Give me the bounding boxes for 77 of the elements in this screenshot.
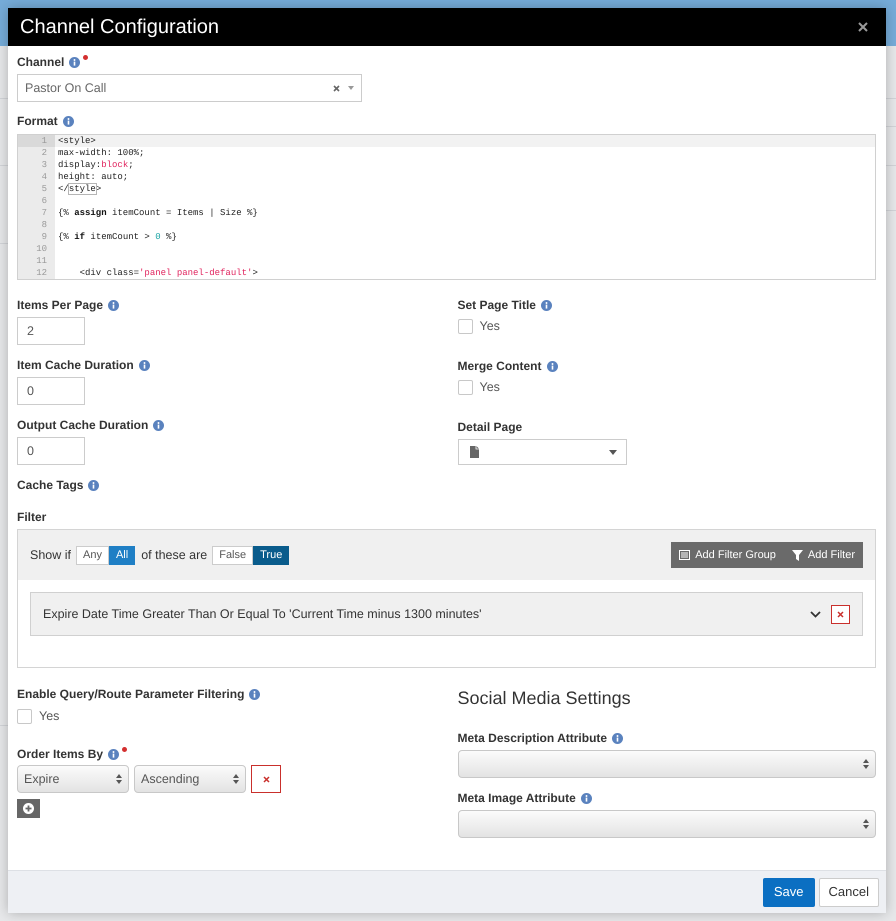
line-number: 4	[18, 171, 55, 183]
checkbox[interactable]	[17, 708, 32, 724]
checkbox-label[interactable]: Yes	[480, 318, 500, 334]
cancel-button[interactable]: Cancel	[818, 878, 879, 906]
x-icon	[262, 776, 270, 782]
line-number: 3	[18, 159, 55, 171]
sort-arrows-icon	[233, 774, 239, 784]
field-label: Enable Query/Route Parameter Filtering	[17, 686, 244, 702]
code-line: display:block;	[58, 160, 134, 170]
chevron-down-icon[interactable]	[810, 610, 821, 618]
close-icon[interactable]	[858, 22, 868, 32]
field-label: Output Cache Duration	[17, 417, 148, 433]
filter-rule-text: Expire Date Time Greater Than Or Equal To 'Current Time minus 1300 minutes'	[43, 606, 483, 623]
code-line: {% assign itemCount = Items | Size %}	[58, 208, 258, 218]
code-line: <div class='panel panel-default'>	[78, 268, 258, 278]
line-number: 7	[18, 207, 55, 219]
line-number: 9	[18, 231, 55, 243]
checkbox-label[interactable]: Yes	[480, 379, 500, 395]
field-label: Format	[17, 113, 58, 129]
filter-text: Show if	[30, 546, 71, 564]
save-button[interactable]: Save	[762, 878, 815, 906]
field-label: Set Page Title	[458, 297, 536, 313]
page-picker[interactable]	[458, 439, 626, 465]
field-label: Filter	[17, 509, 46, 525]
channel-select[interactable]: Pastor On Call	[17, 74, 362, 102]
sort-arrows-icon	[863, 759, 869, 769]
checkbox[interactable]	[458, 318, 472, 334]
modal-title: Channel Configuration	[20, 15, 220, 39]
field-label: Item Cache Duration	[17, 357, 134, 373]
code-line: {% if itemCount > 0 %}	[58, 232, 177, 242]
plus-circle-icon	[23, 803, 34, 814]
toggle-option[interactable]: True	[253, 546, 290, 564]
line-number: 1	[18, 135, 55, 147]
delete-button[interactable]	[251, 765, 281, 793]
delete-button[interactable]	[831, 604, 850, 624]
sort-field-select[interactable]: Expire	[17, 765, 129, 793]
sort-direction-select[interactable]: Ascending	[134, 765, 246, 793]
code-line: max-width: 100%;	[58, 148, 144, 158]
sort-arrows-icon	[116, 774, 122, 784]
x-icon	[837, 610, 844, 618]
line-number: 5	[18, 183, 55, 195]
toggle-option[interactable]: Any	[76, 546, 109, 564]
caret-icon	[348, 86, 354, 90]
field-label: Items Per Page	[17, 297, 104, 313]
line-number: 10	[18, 243, 55, 255]
line-number: 8	[18, 219, 55, 231]
list-icon	[679, 550, 690, 560]
add-button[interactable]	[17, 799, 40, 818]
line-number: 6	[18, 195, 55, 207]
add-filter-button[interactable]: Add Filter	[784, 542, 863, 568]
field-label: Detail Page	[458, 419, 522, 435]
line-number: 2	[18, 147, 55, 159]
caret-icon	[608, 450, 616, 454]
field-label: Merge Content	[458, 358, 542, 374]
text-input[interactable]: 2	[17, 317, 85, 345]
toggle-option[interactable]: False	[212, 546, 254, 564]
code-line: height: auto;	[58, 172, 128, 182]
field-label: Order Items By	[17, 746, 104, 762]
text-input[interactable]: 0	[17, 437, 85, 465]
clear-icon[interactable]	[333, 84, 340, 92]
section-heading: Social Media Settings	[458, 687, 631, 709]
line-number: 11	[18, 255, 55, 267]
checkbox[interactable]	[458, 380, 472, 394]
toggle-option[interactable]: All	[108, 546, 136, 564]
field-label: Channel	[17, 54, 64, 70]
line-number: 12	[18, 267, 55, 279]
file-icon	[470, 446, 478, 458]
add-filter-group-button[interactable]: Add Filter Group	[671, 542, 784, 568]
field-label: Meta Image Attribute	[458, 790, 576, 806]
code-line: <style>	[58, 136, 96, 146]
sort-arrows-icon	[863, 819, 869, 829]
filter-text: of these are	[141, 546, 208, 564]
text-input[interactable]: 0	[17, 377, 85, 405]
checkbox-label[interactable]: Yes	[39, 708, 60, 724]
funnel-icon	[792, 550, 803, 560]
field-label: Cache Tags	[17, 477, 84, 493]
field-label: Meta Description Attribute	[458, 730, 608, 746]
